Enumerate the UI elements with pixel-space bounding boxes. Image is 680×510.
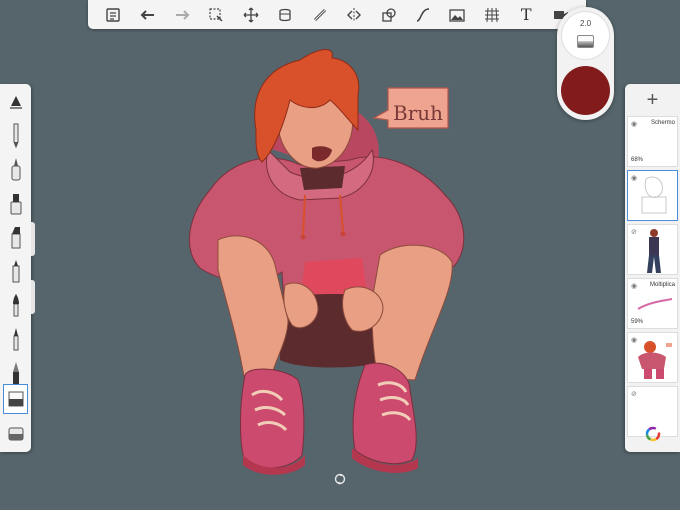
image-icon[interactable] [446, 4, 468, 26]
layers-panel: + ◉ Schermo 68% ◉ ⊘ ◉ Moltiplica 59% ◉ ⊘ [625, 84, 680, 452]
eraser-hard-icon[interactable] [3, 384, 28, 414]
brush-puck[interactable]: 2.0 [557, 7, 614, 120]
eye-icon[interactable]: ◉ [631, 282, 637, 290]
shapes-icon[interactable] [378, 4, 400, 26]
layer-thumbnail[interactable]: ◉ Schermo 68% [627, 116, 678, 167]
airbrush-icon[interactable] [3, 154, 28, 184]
brush-palette [0, 84, 31, 452]
speech-bubble-text: Bruh [393, 101, 443, 125]
add-layer-button[interactable]: + [625, 84, 680, 116]
pencil-brush-icon[interactable] [3, 120, 28, 150]
eye-off-icon[interactable]: ⊘ [631, 228, 637, 236]
brush-preview-icon [577, 35, 594, 48]
eye-icon[interactable]: ◉ [631, 336, 637, 344]
eraser-soft-icon[interactable] [3, 418, 28, 448]
chisel-marker-icon[interactable] [3, 222, 28, 252]
layer-blend-mode: Schermo [650, 120, 675, 126]
ruler-icon[interactable] [309, 4, 331, 26]
color-wheel-button[interactable] [625, 416, 680, 452]
brush-opacity-slider-handle[interactable] [31, 280, 35, 314]
eye-icon[interactable]: ◉ [631, 120, 637, 128]
layer-thumbnail[interactable]: ⊘ [627, 224, 678, 275]
speech-bubble: Bruh [372, 87, 449, 129]
stroke-icon[interactable] [274, 4, 296, 26]
perspective-icon[interactable] [481, 4, 503, 26]
gallery-icon[interactable] [102, 4, 124, 26]
layer-thumbnail[interactable]: ◉ [627, 170, 678, 221]
text-tool-glyph: T [520, 5, 532, 24]
layer-thumbnail[interactable]: ◉ [627, 332, 678, 383]
brush-size-value: 2.0 [579, 19, 592, 28]
symmetry-icon[interactable] [343, 4, 365, 26]
curve-icon[interactable] [412, 4, 434, 26]
layer-blend-mode: Moltiplica [649, 282, 675, 288]
shoes [240, 362, 418, 475]
redo-icon[interactable] [171, 4, 193, 26]
felt-pen-icon[interactable] [3, 256, 28, 286]
current-color-swatch[interactable] [561, 66, 610, 115]
layer-opacity: 68% [631, 157, 644, 163]
brush-size-slider-handle[interactable] [31, 222, 35, 256]
marker-icon[interactable] [3, 188, 28, 218]
selection-icon[interactable] [205, 4, 227, 26]
layer-thumbnail[interactable]: ◉ Moltiplica 59% [627, 278, 678, 329]
text-icon[interactable]: T [515, 4, 537, 26]
layer-opacity: 59% [631, 319, 644, 325]
transform-icon[interactable] [240, 4, 262, 26]
rotate-canvas-icon[interactable] [334, 473, 346, 485]
brush-library-icon[interactable] [3, 86, 28, 116]
paintbrush-icon[interactable] [3, 290, 28, 320]
eye-off-icon[interactable]: ⊘ [631, 390, 637, 398]
undo-icon[interactable] [137, 4, 159, 26]
top-toolbar: T [88, 0, 586, 29]
color-wheel-icon [645, 426, 660, 442]
ink-pen-icon[interactable] [3, 324, 28, 354]
brush-size-control[interactable]: 2.0 [561, 11, 610, 60]
eye-icon[interactable]: ◉ [631, 174, 637, 182]
